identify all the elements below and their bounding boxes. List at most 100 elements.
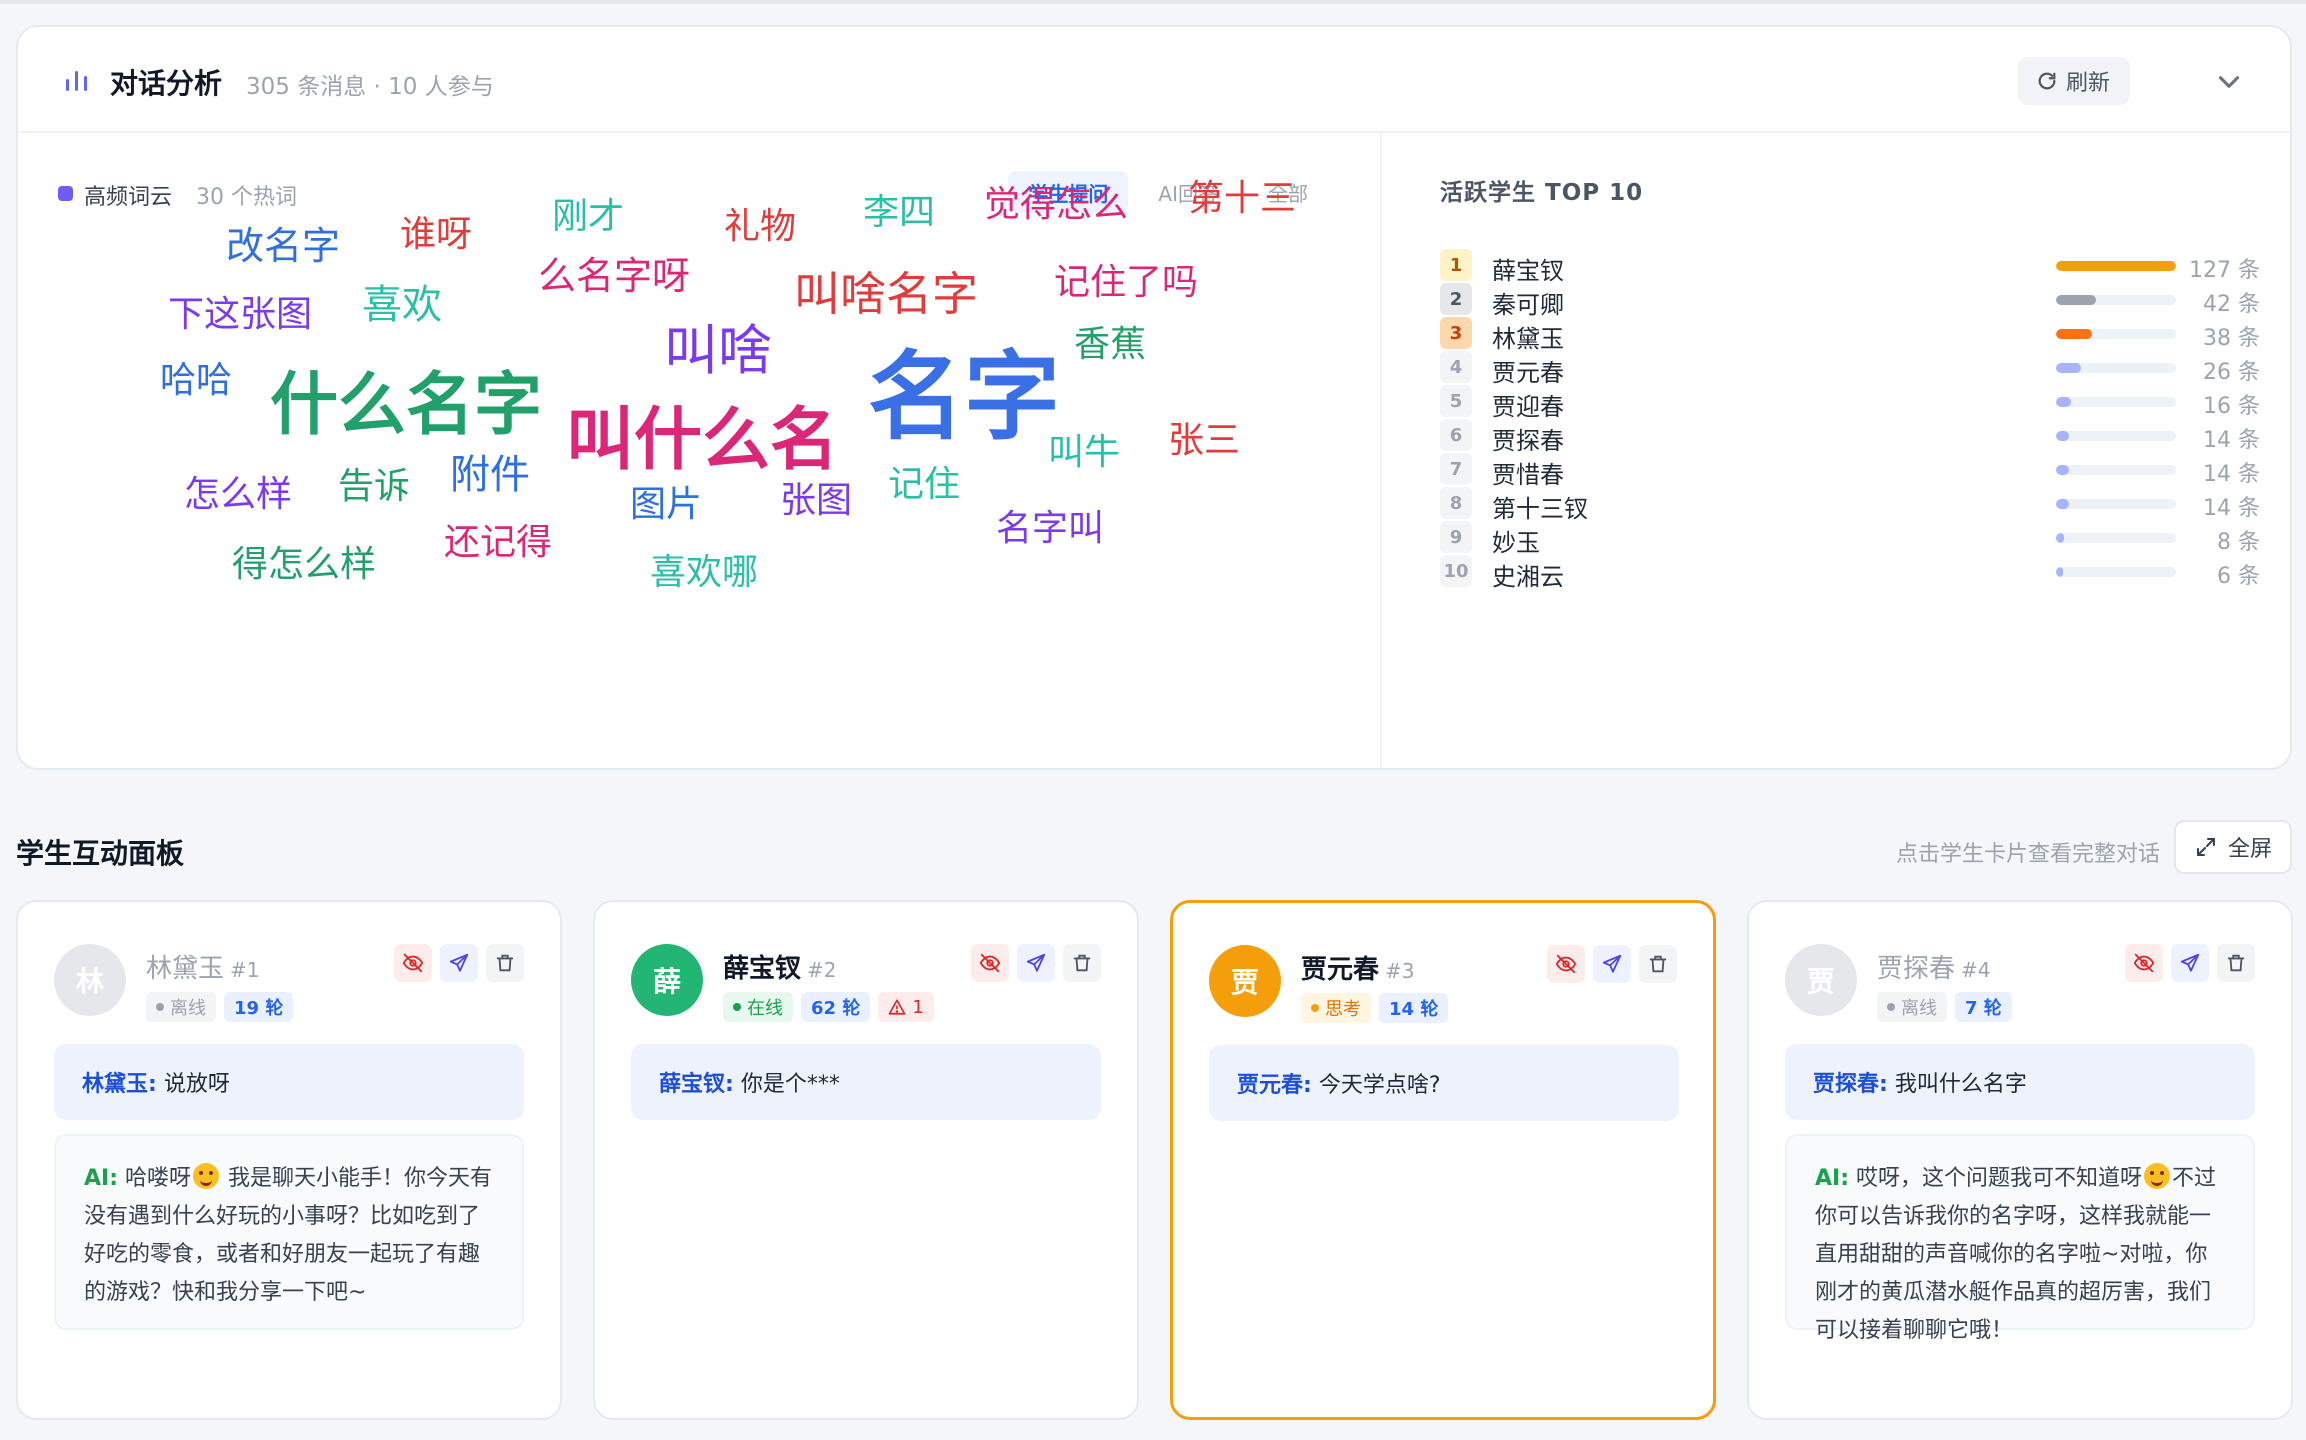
avatar: 贾 — [1209, 945, 1281, 1017]
delete-button[interactable] — [2217, 944, 2255, 982]
trash-icon — [1649, 955, 1667, 973]
wordcloud-word: 谁呀 — [400, 214, 473, 255]
wordcloud-word: 哈哈 — [160, 360, 233, 401]
tongue-emoji-icon — [2144, 1163, 2171, 1189]
user-message: 薛宝钗: 你是个*** — [631, 1044, 1101, 1120]
wordcloud-word: 怎么样 — [184, 474, 293, 515]
rank-badge: 4 — [1440, 351, 1472, 383]
eye-off-icon — [979, 953, 1001, 973]
rank-badge: 6 — [1440, 419, 1472, 451]
expand-icon — [2196, 838, 2215, 856]
status-text: 思考 — [1325, 999, 1361, 1020]
wordcloud-word: 叫啥名字 — [794, 267, 978, 321]
delete-button[interactable] — [1063, 944, 1101, 982]
top-student-count: 14 条 — [2203, 462, 2260, 487]
top-student-row[interactable]: 10 史湘云 6 条 — [1440, 555, 2260, 591]
activity-bar-fill — [2056, 295, 2096, 305]
top-student-name: 秦可卿 — [1492, 291, 1564, 319]
wordcloud-word: 叫牛 — [1048, 432, 1121, 473]
user-message-text: 今天学点啥? — [1318, 1073, 1441, 1098]
top-scroll-indicator — [0, 0, 2306, 4]
wordcloud-legend-dot — [58, 186, 73, 201]
analysis-header: 对话分析 305 条消息 · 10 人参与 刷新 — [18, 27, 2290, 133]
ai-message: AI: 哎呀，这个问题我可不知道呀 不过你可以告诉我你的名字呀，这样我就能一直用甜… — [1785, 1134, 2255, 1343]
send-button[interactable] — [1017, 944, 1055, 982]
wordcloud-word: 喜欢哪 — [650, 552, 759, 593]
top-student-count: 42 条 — [2203, 292, 2260, 317]
student-card-1[interactable]: 林 林黛玉 #1 离线 19 轮 林黛玉: 说放呀 AI: 哈喽呀 我是聊天小能手… — [16, 900, 562, 1420]
student-card-3[interactable]: 贾 贾元春 #3 思考 14 轮 贾元春: 今天学点啥? — [1170, 900, 1716, 1420]
hide-button[interactable] — [971, 944, 1009, 982]
top-student-row[interactable]: 4 贾元春 26 条 — [1440, 351, 2260, 387]
activity-bar-fill — [2056, 465, 2070, 475]
top-student-row[interactable]: 7 贾惜春 14 条 — [1440, 453, 2260, 489]
delete-button[interactable] — [1639, 945, 1677, 983]
rank-badge: 7 — [1440, 453, 1472, 485]
rank-badge: 2 — [1440, 283, 1472, 315]
rank-badge: 1 — [1440, 249, 1472, 281]
activity-bar-track — [2056, 567, 2176, 577]
wordcloud-word: 改名字 — [226, 224, 341, 268]
avatar: 贾 — [1785, 944, 1857, 1016]
top-student-row[interactable]: 1 薛宝钗 127 条 — [1440, 249, 2260, 285]
activity-bar-track — [2056, 431, 2176, 441]
rounds-badge: 19 轮 — [224, 992, 294, 1022]
user-message-sender: 贾探春: — [1813, 1072, 1888, 1097]
rounds-badge: 7 轮 — [1955, 992, 2012, 1022]
user-message-text: 我叫什么名字 — [1894, 1072, 2027, 1097]
rank-badge: 3 — [1440, 317, 1472, 349]
top-student-row[interactable]: 9 妙玉 8 条 — [1440, 521, 2260, 557]
top-students-title: 活跃学生 TOP 10 — [1440, 180, 1644, 206]
student-card-4[interactable]: 贾 贾探春 #4 离线 7 轮 贾探春: 我叫什么名字 AI: 哎呀，这个问题我可… — [1747, 900, 2293, 1420]
hide-button[interactable] — [1547, 945, 1585, 983]
avatar: 薛 — [631, 944, 703, 1016]
top-student-row[interactable]: 6 贾探春 14 条 — [1440, 419, 2260, 455]
eye-off-icon — [402, 953, 424, 973]
delete-button[interactable] — [486, 944, 524, 982]
top-student-count: 8 条 — [2217, 530, 2260, 555]
card-actions — [971, 944, 1101, 982]
status-dot — [156, 1003, 164, 1011]
student-name-text: 贾探春 — [1877, 954, 1956, 984]
top-students-panel: 活跃学生 TOP 10 1 薛宝钗 127 条 2 秦可卿 42 条 3 林黛玉 38 条 4 贾元… — [1384, 133, 2290, 768]
rounds-badge: 14 轮 — [1379, 993, 1449, 1023]
activity-bar-track — [2056, 397, 2176, 407]
user-message-text: 你是个*** — [740, 1072, 840, 1097]
hide-button[interactable] — [2125, 944, 2163, 982]
top-student-count: 6 条 — [2217, 564, 2260, 589]
student-name: 贾元春 #3 — [1301, 949, 1415, 986]
send-button[interactable] — [440, 944, 478, 982]
card-actions — [394, 944, 524, 982]
top-student-count: 16 条 — [2203, 394, 2260, 419]
chevron-down-icon[interactable] — [2212, 65, 2246, 99]
user-message-text: 说放呀 — [163, 1072, 230, 1097]
grin-emoji-icon — [193, 1163, 220, 1189]
student-card-2[interactable]: 薛 薛宝钗 #2 在线 62 轮 1 薛宝钗: 你是个*** — [593, 900, 1139, 1420]
fullscreen-button[interactable]: 全屏 — [2173, 820, 2292, 874]
card-actions — [2125, 944, 2255, 982]
send-button[interactable] — [1593, 945, 1631, 983]
send-button[interactable] — [2171, 944, 2209, 982]
rank-badge: 8 — [1440, 487, 1472, 519]
analysis-subtitle: 305 条消息 · 10 人参与 — [246, 74, 494, 100]
student-name: 贾探春 #4 — [1877, 948, 1991, 985]
top-student-row[interactable]: 8 第十三钗 14 条 — [1440, 487, 2260, 523]
wordcloud-word: 记住了吗 — [1054, 262, 1199, 303]
top-student-name: 贾探春 — [1492, 427, 1564, 455]
activity-bar-track — [2056, 295, 2176, 305]
activity-bar-fill — [2056, 397, 2072, 407]
activity-bar-fill — [2056, 261, 2176, 271]
activity-bar-fill — [2056, 567, 2064, 577]
top-student-row[interactable]: 2 秦可卿 42 条 — [1440, 283, 2260, 319]
refresh-label: 刷新 — [2065, 71, 2110, 96]
top-student-row[interactable]: 5 贾迎春 16 条 — [1440, 385, 2260, 421]
student-name: 林黛玉 #1 — [146, 948, 260, 985]
wordcloud-word: 香蕉 — [1074, 324, 1147, 365]
send-icon — [1026, 953, 1046, 972]
top-student-row[interactable]: 3 林黛玉 38 条 — [1440, 317, 2260, 353]
warning-badge: 1 — [878, 992, 934, 1022]
refresh-button[interactable]: 刷新 — [2017, 57, 2130, 105]
wordcloud-word: 觉得怎么 — [984, 184, 1129, 225]
wordcloud-word: 附件 — [450, 452, 530, 498]
hide-button[interactable] — [394, 944, 432, 982]
